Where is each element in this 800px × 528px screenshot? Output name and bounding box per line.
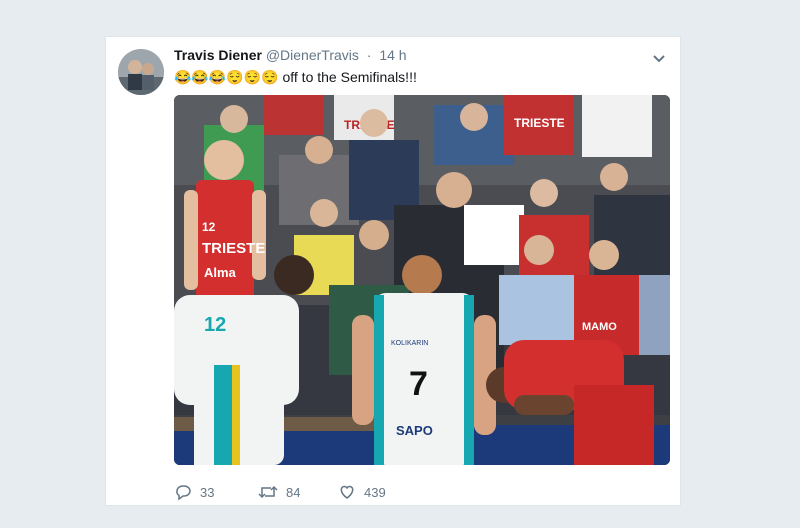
jersey-number-teal-right: 7	[409, 365, 428, 403]
retweet-icon	[258, 483, 278, 501]
reply-button[interactable]: 33	[174, 481, 214, 503]
emoji-run: 😂😂😂😌😌😌	[174, 69, 279, 85]
tweet-actions: 33 84 439	[174, 481, 474, 503]
photo-scene: TRIESTE TRIESTE	[174, 95, 670, 465]
chevron-down-icon[interactable]	[650, 49, 668, 67]
like-count: 439	[364, 484, 386, 500]
jersey-sponsor-teal-2: SAPO	[396, 423, 433, 438]
like-button[interactable]: 439	[338, 481, 386, 503]
jersey-number-teal-left: 12	[204, 314, 226, 336]
jersey-sponsor-teal: KOLIKARIN	[391, 340, 428, 347]
heart-icon	[338, 483, 356, 501]
reply-icon	[174, 483, 192, 501]
retweet-button[interactable]: 84	[258, 481, 300, 503]
separator: ·	[366, 47, 372, 63]
display-name[interactable]: Travis Diener	[174, 47, 262, 63]
tweet-text: 😂😂😂😌😌😌 off to the Semifinals!!!	[174, 67, 417, 87]
jersey-number-left: 12	[202, 220, 216, 234]
crowd-shirt-text: TRIESTE	[514, 116, 565, 130]
handle[interactable]: @DienerTravis	[266, 47, 359, 63]
tweet-header: Travis Diener @DienerTravis · 14 h	[174, 47, 407, 63]
jersey-team-left: TRIESTE	[202, 240, 265, 257]
crowd-shirt-text: MAMO	[582, 321, 617, 333]
retweet-count: 84	[286, 484, 301, 500]
tweet-body: off to the Semifinals!!!	[278, 69, 417, 85]
timestamp[interactable]: 14 h	[379, 47, 406, 63]
reply-count: 33	[200, 484, 215, 500]
jersey-sponsor-left: Alma	[204, 265, 237, 280]
tweet-photo[interactable]: TRIESTE TRIESTE	[174, 95, 670, 465]
avatar[interactable]	[118, 49, 164, 95]
tweet-card[interactable]: Travis Diener @DienerTravis · 14 h 😂😂😂😌😌…	[105, 36, 681, 506]
